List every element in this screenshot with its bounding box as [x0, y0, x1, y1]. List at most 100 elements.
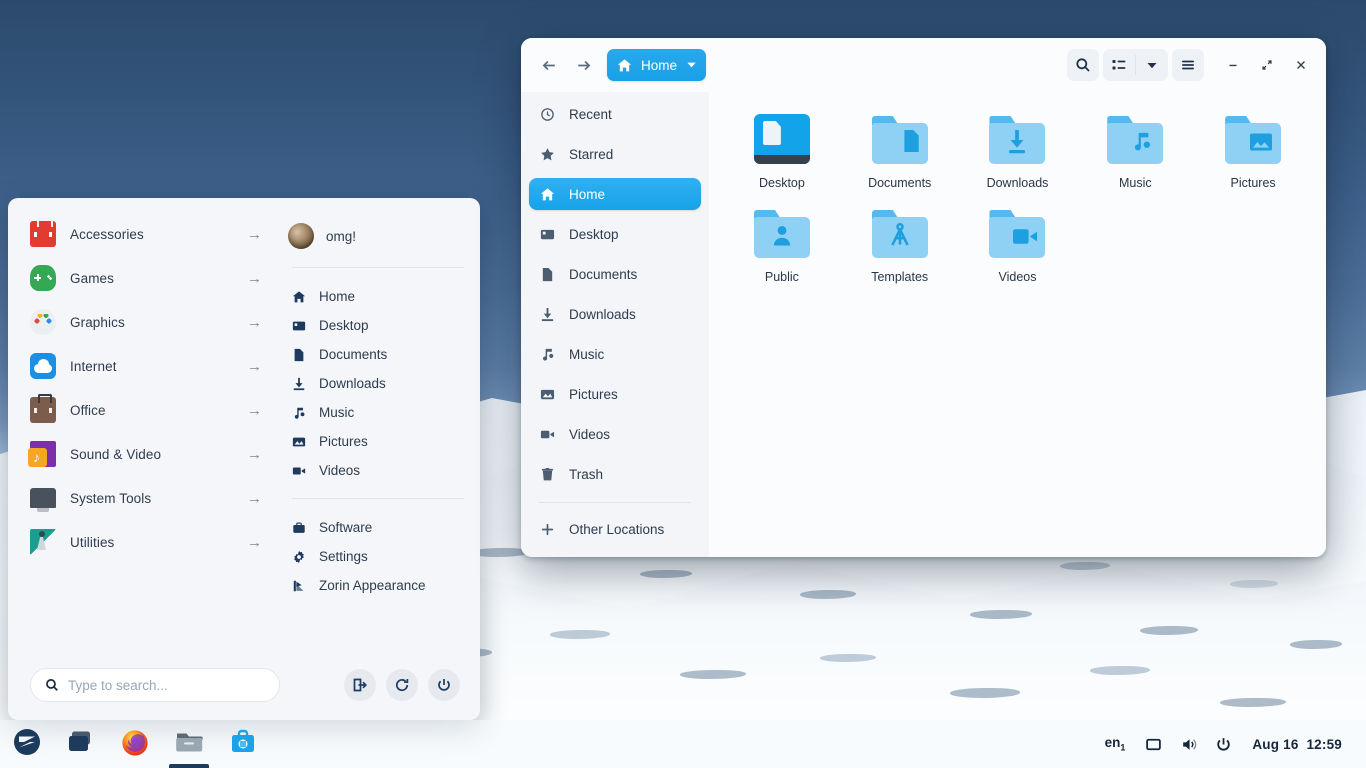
place-item-home[interactable]: Home [276, 282, 480, 311]
place-item-downloads[interactable]: Downloads [276, 369, 480, 398]
music-video-icon [28, 441, 56, 467]
sidebar-item-starred[interactable]: Starred [529, 138, 701, 170]
file-label: Public [764, 270, 799, 284]
file-item-music[interactable]: Music [1076, 106, 1194, 190]
place-item-documents[interactable]: Documents [276, 340, 480, 369]
sidebar-item-pictures[interactable]: Pictures [529, 378, 701, 410]
palette-icon [30, 309, 56, 335]
tool-item-software[interactable]: Software [276, 513, 480, 542]
category-item-sound-and-video[interactable]: Sound & Video → [8, 432, 276, 476]
tool-item-settings[interactable]: Settings [276, 542, 480, 571]
home-icon [617, 58, 632, 73]
search-icon [45, 678, 59, 692]
power-icon[interactable] [1207, 720, 1240, 768]
file-label: Desktop [758, 176, 805, 190]
headerbar-right [709, 49, 1316, 81]
sidebar-item-downloads[interactable]: Downloads [529, 298, 701, 330]
view-list-button[interactable] [1103, 49, 1135, 81]
category-item-accessories[interactable]: Accessories → [8, 212, 276, 256]
category-item-office[interactable]: Office → [8, 388, 276, 432]
category-item-system-tools[interactable]: System Tools → [8, 476, 276, 520]
category-label: System Tools [70, 490, 152, 506]
file-item-documents[interactable]: Documents [841, 106, 959, 190]
place-item-videos[interactable]: Videos [276, 456, 480, 485]
sidebar-label: Recent [569, 106, 612, 122]
sidebar-label: Desktop [569, 226, 619, 242]
divider [292, 498, 464, 499]
maximize-button[interactable] [1252, 50, 1282, 80]
log-out-button[interactable] [344, 669, 376, 701]
back-button[interactable] [533, 49, 565, 81]
sidebar-item-other-locations[interactable]: Other Locations [529, 513, 701, 545]
gear-icon [290, 550, 307, 564]
keyboard-layout-indicator[interactable]: en1 [1101, 735, 1136, 753]
files-window[interactable]: Home Recent Starred Home Desktop Documen… [521, 38, 1326, 557]
firefox-icon [120, 727, 150, 762]
zorin-menu-button[interactable] [0, 720, 54, 768]
software-bag-icon [290, 521, 307, 535]
sidebar-item-recent[interactable]: Recent [529, 98, 701, 130]
zorin-logo-icon [13, 728, 41, 761]
sidebar-item-documents[interactable]: Documents [529, 258, 701, 290]
gamepad-icon [30, 265, 56, 291]
file-label: Pictures [1230, 176, 1276, 190]
sidebar-item-trash[interactable]: Trash [529, 458, 701, 490]
workspace-switcher-button[interactable] [54, 720, 108, 768]
file-item-public[interactable]: Public [723, 200, 841, 284]
search-box[interactable] [30, 668, 280, 702]
place-label: Home [319, 289, 356, 304]
sidebar-item-desktop[interactable]: Desktop [529, 218, 701, 250]
category-item-graphics[interactable]: Graphics → [8, 300, 276, 344]
pathbar-home-button[interactable]: Home [607, 49, 707, 81]
file-item-downloads[interactable]: Downloads [959, 106, 1077, 190]
restart-button[interactable] [386, 669, 418, 701]
software-button[interactable] [216, 720, 270, 768]
place-item-pictures[interactable]: Pictures [276, 427, 480, 456]
place-item-desktop[interactable]: Desktop [276, 311, 480, 340]
documents-folder-icon [868, 110, 932, 168]
close-button[interactable] [1286, 50, 1316, 80]
firefox-button[interactable] [108, 720, 162, 768]
public-folder-icon [750, 204, 814, 262]
display-icon[interactable] [1137, 720, 1170, 768]
desktop-monitor-folder-icon [750, 110, 814, 168]
main-menu-button[interactable] [1172, 49, 1204, 81]
search-input[interactable] [68, 677, 265, 693]
cloud-icon [30, 353, 56, 379]
picture-icon [290, 435, 307, 449]
category-label: Office [70, 402, 106, 418]
application-menu[interactable]: Accessories → Games → Graphics → Interne… [8, 198, 480, 720]
tool-label: Zorin Appearance [319, 578, 426, 593]
sidebar-item-videos[interactable]: Videos [529, 418, 701, 450]
clock[interactable]: Aug 16 12:59 [1242, 737, 1352, 752]
sidebar-item-home[interactable]: Home [529, 178, 701, 210]
power-button[interactable] [428, 669, 460, 701]
category-item-utilities[interactable]: Utilities → [8, 520, 276, 564]
tool-item-zorin-appearance[interactable]: Zorin Appearance [276, 571, 480, 600]
chevron-down-icon[interactable] [686, 59, 700, 72]
user-account-item[interactable]: omg! [276, 212, 480, 254]
file-item-templates[interactable]: Templates [841, 200, 959, 284]
file-item-pictures[interactable]: Pictures [1194, 106, 1312, 190]
view-options-button[interactable] [1136, 49, 1168, 81]
files-grid[interactable]: Desktop Documents Downloads Music Pictur… [709, 92, 1326, 557]
category-item-games[interactable]: Games → [8, 256, 276, 300]
sidebar-label: Videos [569, 426, 611, 442]
file-label: Templates [871, 270, 929, 284]
video-camera-icon [290, 464, 307, 478]
file-item-videos[interactable]: Videos [959, 200, 1077, 284]
category-item-internet[interactable]: Internet → [8, 344, 276, 388]
file-item-desktop[interactable]: Desktop [723, 106, 841, 190]
place-item-music[interactable]: Music [276, 398, 480, 427]
files-button[interactable] [162, 720, 216, 768]
chevron-right-icon: → [247, 225, 262, 243]
search-button[interactable] [1067, 49, 1099, 81]
minimize-button[interactable] [1218, 50, 1248, 80]
forward-button[interactable] [567, 49, 599, 81]
sidebar-item-music[interactable]: Music [529, 338, 701, 370]
place-label: Pictures [319, 434, 368, 449]
video-camera-icon [539, 427, 556, 442]
volume-icon[interactable] [1172, 720, 1205, 768]
category-label: Internet [70, 358, 117, 374]
star-icon [539, 147, 556, 162]
